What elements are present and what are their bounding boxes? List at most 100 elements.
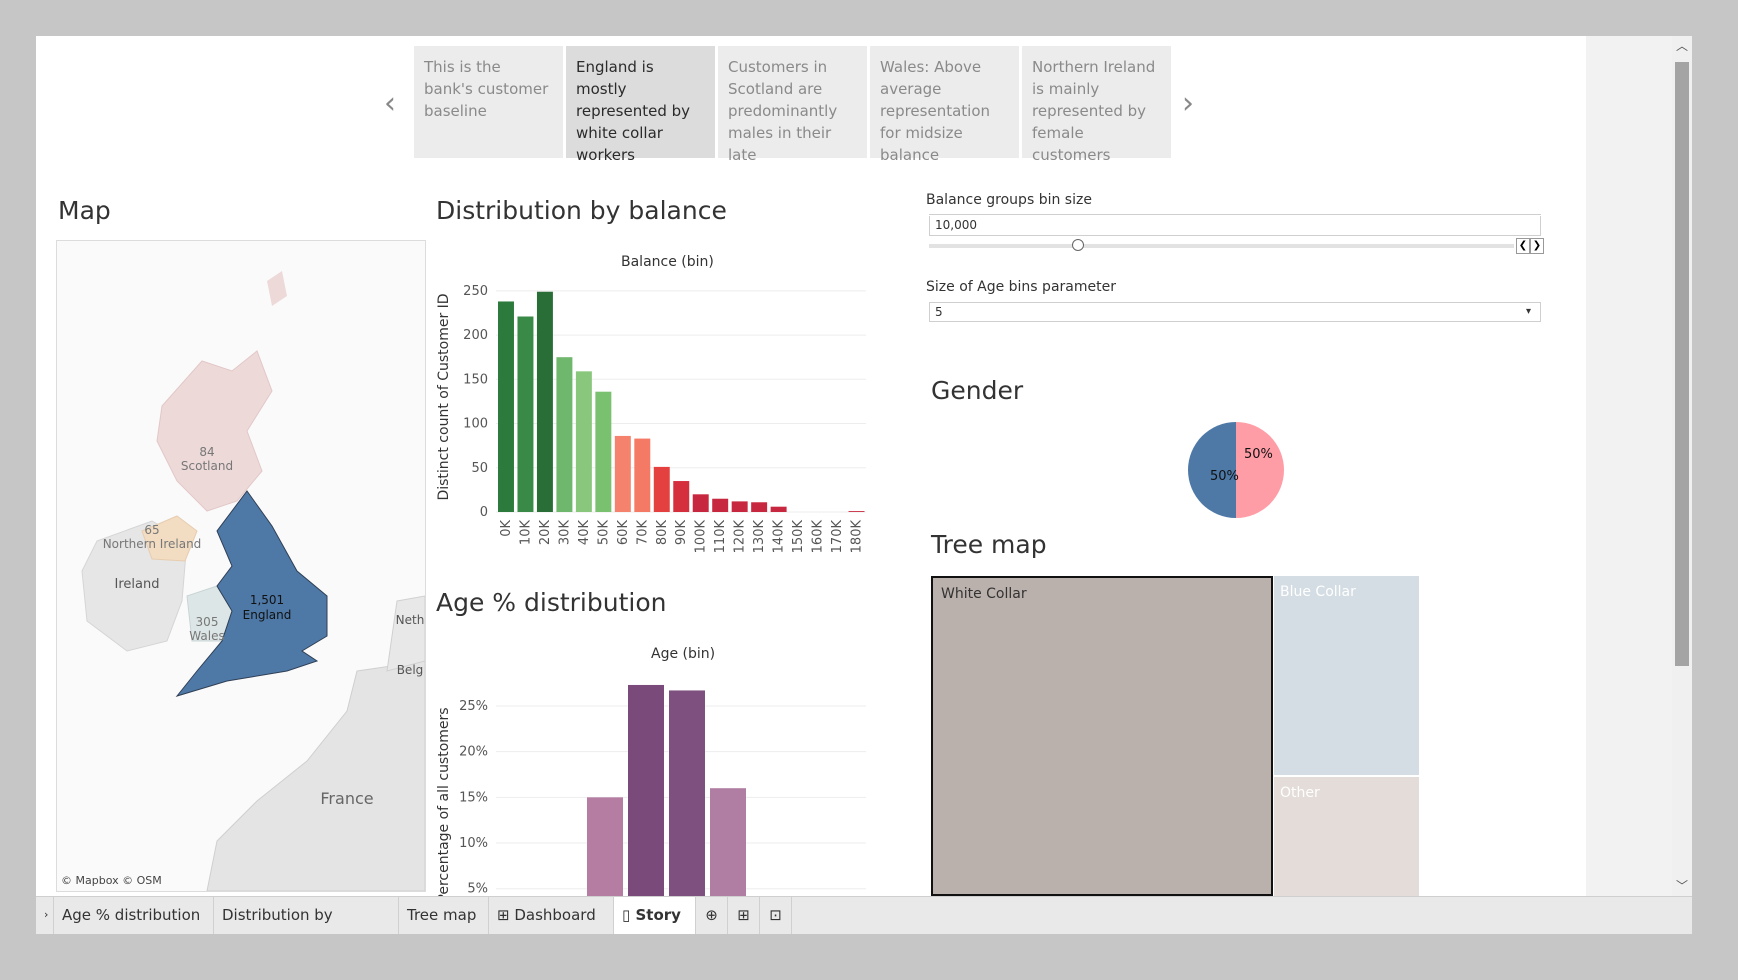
- gender-title: Gender: [931, 376, 1024, 405]
- y-tick-label: 100: [463, 417, 488, 432]
- balance-bar: [770, 506, 787, 512]
- balance-bar: [653, 466, 670, 512]
- x-tick-label: 170K: [830, 520, 845, 554]
- bin-size-label: Balance groups bin size: [926, 192, 1092, 208]
- story-point-1[interactable]: This is the bank's customer baseline: [414, 46, 563, 158]
- treemap-label: Blue Collar: [1280, 584, 1356, 600]
- y-tick-label: 25%: [459, 699, 488, 714]
- x-tick-label: 150K: [791, 520, 806, 554]
- story-point-4[interactable]: Wales: Above average representation for …: [870, 46, 1019, 164]
- tab-scroll-icon[interactable]: ›: [36, 897, 54, 934]
- belg-label: Belg: [396, 663, 424, 677]
- scroll-down-icon[interactable]: ﹀: [1672, 876, 1692, 896]
- scroll-thumb[interactable]: [1675, 62, 1689, 666]
- uk-map[interactable]: 84 Scotland 65 Northern Ireland Ireland …: [56, 240, 426, 892]
- tab-label: Age % distribution: [62, 906, 201, 924]
- france-label: France: [320, 789, 374, 808]
- x-tick-label: 120K: [733, 520, 748, 554]
- story-point-text: Customers in Scotland are predominantly …: [728, 58, 838, 164]
- story-point-text: Northern Ireland is mainly represented b…: [1032, 58, 1156, 164]
- scotland-shape[interactable]: [156, 350, 273, 512]
- y-tick-label: 200: [463, 328, 488, 343]
- y-tick-label: 10%: [459, 836, 488, 851]
- bin-size-underline: [929, 214, 1541, 215]
- england-label: England: [242, 608, 292, 622]
- balance-bar: [575, 371, 592, 512]
- age-chart-subtitle: Age (bin): [651, 646, 715, 662]
- story-point-2[interactable]: England is mostly represented by white c…: [566, 46, 715, 164]
- treemap-white-collar[interactable]: White Collar: [931, 576, 1273, 896]
- ni-count-label: 65: [144, 523, 160, 537]
- balance-bar: [595, 391, 612, 512]
- balance-chart-title: Distribution by balance: [436, 196, 727, 225]
- x-tick-label: 80K: [655, 520, 670, 546]
- tab-tree-map[interactable]: Tree map: [399, 897, 489, 934]
- story-next-button[interactable]: ›: [1182, 86, 1194, 121]
- story-window: ‹ This is the bank's customer baseline E…: [36, 36, 1692, 934]
- dashboard-icon: ⊞: [497, 906, 515, 924]
- x-tick-label: 60K: [616, 520, 631, 546]
- balance-bar: [517, 316, 534, 512]
- treemap-title: Tree map: [931, 530, 1047, 559]
- age-bins-select[interactable]: 5: [929, 302, 1541, 322]
- balance-bar: [712, 498, 729, 512]
- story-point-5[interactable]: Northern Ireland is mainly represented b…: [1022, 46, 1171, 164]
- treemap-label: White Collar: [941, 586, 1027, 602]
- story-point-3[interactable]: Customers in Scotland are predominantly …: [718, 46, 867, 164]
- treemap-other[interactable]: Other: [1274, 777, 1419, 896]
- chevron-down-icon[interactable]: ▾: [1526, 302, 1531, 322]
- shetland-shape: [267, 271, 287, 306]
- x-tick-label: 160K: [811, 520, 826, 554]
- benelux-shape: [386, 595, 425, 672]
- x-tick-label: 100K: [694, 520, 709, 554]
- tab-dashboard-1[interactable]: ⊞ Dashboard 1: [489, 897, 614, 934]
- age-bar: [587, 797, 623, 896]
- treemap-label: Other: [1280, 785, 1320, 801]
- slider-decrement-button[interactable]: ❮: [1516, 238, 1530, 254]
- y-tick-label: 250: [463, 284, 488, 299]
- gender-pie: 50% 50%: [1188, 422, 1284, 518]
- balance-bar: [751, 502, 768, 512]
- tab-label: Tree map: [407, 906, 477, 924]
- bin-size-slider-track[interactable]: [929, 244, 1514, 248]
- gender-pie-slice: [1236, 422, 1284, 518]
- balance-y-axis-label: Distinct count of Customer ID: [436, 293, 452, 500]
- story-point-text: Wales: Above average representation for …: [880, 58, 991, 164]
- new-story-icon[interactable]: ⊡: [760, 897, 792, 934]
- x-tick-label: 10K: [518, 520, 533, 546]
- x-tick-label: 40K: [577, 520, 592, 546]
- balance-chart-subtitle: Balance (bin): [621, 254, 714, 270]
- x-tick-label: 180K: [850, 520, 865, 554]
- x-tick-label: 50K: [596, 520, 611, 546]
- age-y-axis-label: Percentage of all customers: [436, 707, 452, 896]
- balance-bar: [634, 438, 651, 512]
- tab-distribution-by-balance[interactable]: Distribution by balance: [214, 897, 399, 934]
- neth-label: Neth: [395, 613, 425, 627]
- y-tick-label: 50: [471, 461, 488, 476]
- vertical-scrollbar[interactable]: ︿ ﹀: [1672, 36, 1692, 896]
- map-title: Map: [58, 196, 111, 225]
- treemap-blue-collar[interactable]: Blue Collar: [1274, 576, 1419, 775]
- balance-bar: [556, 357, 573, 512]
- scroll-up-icon[interactable]: ︿: [1672, 36, 1692, 56]
- tab-age-distribution[interactable]: Age % distribution: [54, 897, 214, 934]
- wales-label: Wales: [189, 629, 225, 643]
- balance-bar: [848, 511, 865, 512]
- y-tick-label: 5%: [467, 882, 488, 896]
- pie-label: 50%: [1210, 469, 1239, 484]
- balance-bar: [731, 501, 748, 512]
- balance-bar: [536, 291, 553, 512]
- age-bar: [710, 788, 746, 896]
- bin-size-slider-handle[interactable]: [1072, 239, 1084, 251]
- age-bar: [669, 690, 705, 896]
- ni-label: Northern Ireland: [102, 537, 202, 551]
- slider-increment-button[interactable]: ❯: [1530, 238, 1544, 254]
- new-worksheet-icon[interactable]: ⊕: [696, 897, 728, 934]
- new-dashboard-icon[interactable]: ⊞: [728, 897, 760, 934]
- y-tick-label: 150: [463, 372, 488, 387]
- tab-label: Distribution by balance: [222, 906, 333, 924]
- tab-story-1[interactable]: ▯ Story 1: [614, 897, 696, 934]
- bin-size-input[interactable]: 10,000: [929, 216, 1541, 236]
- story-prev-button[interactable]: ‹: [384, 86, 396, 121]
- balance-bar: [673, 481, 690, 512]
